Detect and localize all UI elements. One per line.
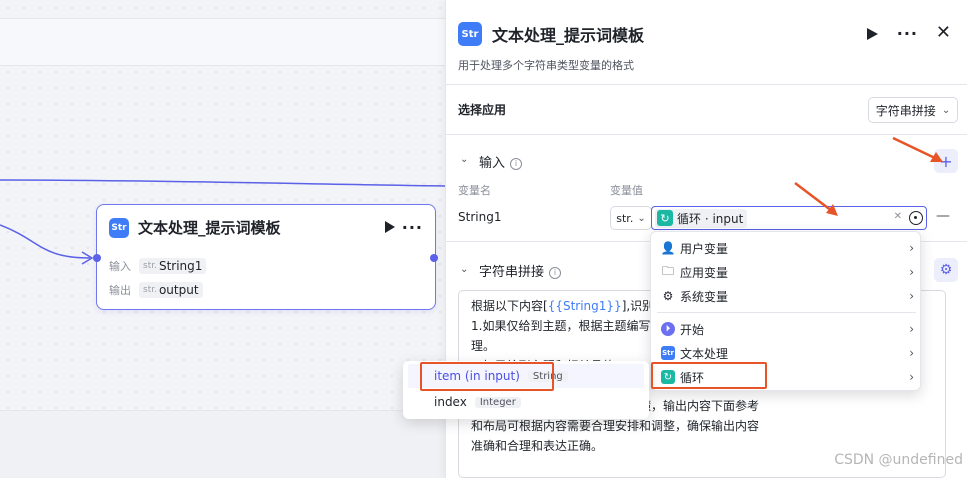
- chevron-right-icon: ›: [909, 289, 914, 303]
- node-input-type: str.: [143, 261, 157, 271]
- node-input-row: 输入 str. String1: [109, 258, 207, 274]
- var-type-select[interactable]: str. ⌄: [610, 206, 652, 230]
- info-icon[interactable]: i: [510, 157, 523, 170]
- option-type-tag: String: [527, 370, 568, 382]
- node-output-row: 输出 str. output: [109, 282, 203, 298]
- folder-icon: 🗀: [661, 263, 674, 278]
- loop-variable-submenu: item (in input) String index Integer: [403, 361, 649, 419]
- dropdown-item-label: 文本处理: [680, 346, 729, 361]
- chevron-right-icon: ›: [909, 370, 914, 384]
- target-icon[interactable]: [909, 211, 923, 225]
- loop-icon: ↻: [657, 210, 673, 226]
- select-app-label: 选择应用: [458, 103, 507, 117]
- var-value-header: 变量值: [610, 184, 643, 197]
- var-value-field[interactable]: ↻ 循环 · input ✕: [651, 206, 927, 230]
- node-input-port[interactable]: [93, 254, 101, 262]
- dropdown-item-label: 应用变量: [680, 265, 729, 280]
- text-process-icon: Str: [109, 217, 129, 238]
- dropdown-item[interactable]: 🗀 应用变量 ›: [651, 260, 922, 284]
- var-type-value: str.: [616, 211, 634, 225]
- node-output-label: 输出: [109, 284, 131, 297]
- dropdown-item[interactable]: ⏵ 开始 ›: [651, 317, 922, 341]
- chevron-down-icon: ⌄: [941, 104, 951, 116]
- option-label: index: [434, 395, 467, 409]
- node-input-value: String1: [158, 259, 203, 273]
- var-value-chip: ↻ 循环 · input: [655, 208, 748, 228]
- divider: [446, 134, 967, 135]
- run-icon[interactable]: [867, 28, 878, 40]
- wire-top: [0, 179, 446, 187]
- collapse-chevron-icon[interactable]: ⌄: [460, 264, 468, 275]
- concat-section-label: 字符串拼接: [479, 265, 545, 280]
- play-icon[interactable]: [385, 221, 395, 233]
- loop-variable-option[interactable]: index Integer: [408, 390, 644, 414]
- chevron-right-icon: ›: [909, 322, 914, 336]
- node-output-port[interactable]: [430, 254, 438, 262]
- chevron-down-icon: ⌄: [637, 212, 646, 224]
- text-process-icon: Str: [458, 22, 482, 46]
- node-title: 文本处理_提示词模板: [138, 219, 281, 237]
- settings-gear-button[interactable]: ⚙: [934, 258, 958, 282]
- template-line: 和布局可根据内容需要合理安排和调整，确保输出内容: [471, 419, 760, 433]
- add-variable-button[interactable]: +: [934, 149, 958, 173]
- dropdown-item[interactable]: 👤 用户变量 ›: [651, 236, 922, 260]
- input-section-label: 输入: [479, 156, 506, 171]
- dropdown-item-label: 循环: [680, 370, 705, 385]
- chevron-right-icon: ›: [909, 265, 914, 279]
- node-output-tag: str. output: [139, 282, 203, 298]
- chevron-right-icon: ›: [909, 241, 914, 255]
- dropdown-separator: [657, 312, 916, 313]
- start-icon: ⏵: [661, 322, 675, 336]
- node-output-type: str.: [143, 285, 157, 295]
- input-section-title: 输入 i: [479, 152, 523, 171]
- node-input-label: 输入: [109, 260, 131, 273]
- var-name-text: String1: [458, 210, 502, 224]
- text-process-icon: Str: [661, 346, 675, 360]
- clear-icon[interactable]: ✕: [894, 211, 902, 222]
- template-variable-ref: {{String1}}: [547, 299, 622, 313]
- dropdown-item-label: 开始: [680, 322, 705, 337]
- panel-description: 用于处理多个字符串类型变量的格式: [458, 59, 634, 72]
- variable-source-dropdown: 👤 用户变量 › 🗀 应用变量 › ⚙ 系统变量 › ⏵ 开始 › Str 文本处理 › ↻ 循环 ›: [650, 231, 921, 391]
- user-icon: 👤: [660, 241, 676, 255]
- app-select-value: 字符串拼接: [875, 103, 936, 118]
- wire-into-node: [0, 224, 91, 259]
- loop-variable-option[interactable]: item (in input) String: [408, 364, 644, 388]
- app-select[interactable]: 字符串拼接 ⌄: [868, 97, 958, 123]
- concat-section-title: 字符串拼接 i: [479, 261, 562, 280]
- more-icon[interactable]: ···: [402, 218, 423, 237]
- dropdown-item-label: 用户变量: [680, 241, 729, 256]
- dropdown-item[interactable]: ⚙ 系统变量 ›: [651, 284, 922, 308]
- watermark: CSDN @undefined: [834, 452, 963, 468]
- panel-title: 文本处理_提示词模板: [492, 26, 645, 45]
- option-label: item (in input): [434, 369, 520, 383]
- var-name-header: 变量名: [458, 184, 491, 197]
- dropdown-item[interactable]: Str 文本处理 ›: [651, 341, 922, 365]
- option-type-tag: Integer: [474, 396, 521, 408]
- node-output-value: output: [158, 283, 199, 297]
- close-icon[interactable]: ✕: [936, 22, 951, 43]
- info-icon[interactable]: i: [549, 266, 562, 279]
- dropdown-item-label: 系统变量: [680, 289, 729, 304]
- chevron-right-icon: ›: [909, 346, 914, 360]
- loop-icon: ↻: [661, 370, 675, 384]
- gear-icon: ⚙: [662, 289, 674, 303]
- divider: [446, 84, 967, 85]
- collapse-chevron-icon[interactable]: ⌄: [460, 154, 468, 165]
- dropdown-item[interactable]: ↻ 循环 ›: [651, 365, 922, 389]
- remove-variable-button[interactable]: —: [936, 208, 950, 224]
- var-value-chip-text: 循环 · input: [677, 211, 744, 226]
- node-input-tag: str. String1: [139, 258, 207, 274]
- prompt-template-node[interactable]: Str 文本处理_提示词模板 ··· 输入 str. String1 输出 st…: [96, 204, 436, 310]
- more-icon[interactable]: ···: [897, 24, 918, 43]
